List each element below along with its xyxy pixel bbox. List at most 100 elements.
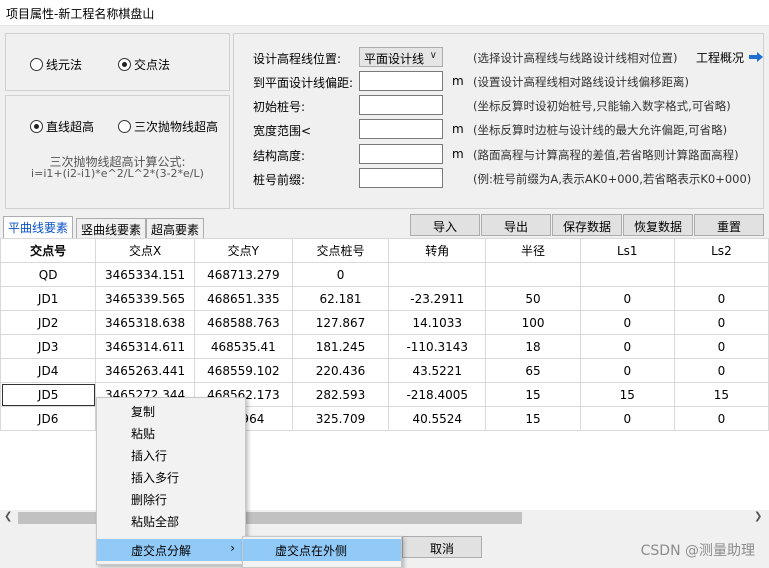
prefix-input[interactable] (359, 168, 443, 188)
table-cell[interactable]: 0 (673, 358, 769, 383)
import-button[interactable]: 导入 (410, 214, 480, 236)
header-ls1[interactable]: Ls1 (579, 238, 675, 263)
table-cell[interactable]: JD2 (0, 310, 97, 335)
menu-item-paste-all[interactable]: 粘贴全部 (97, 510, 245, 532)
table-cell[interactable]: 468559.102 (193, 358, 293, 383)
table-cell[interactable]: 127.867 (291, 310, 390, 335)
table-cell[interactable] (485, 262, 581, 287)
table-cell[interactable]: 0 (579, 358, 675, 383)
table-cell[interactable]: 468588.763 (193, 310, 293, 335)
table-cell[interactable]: 18 (485, 334, 581, 359)
prefix-label: 桩号前缀: (253, 173, 306, 187)
scrollbar-thumb[interactable] (18, 512, 522, 524)
struct-height-input[interactable] (359, 144, 443, 164)
menu-item-delete-row[interactable]: 删除行 (97, 488, 245, 510)
save-data-button[interactable]: 保存数据 (552, 214, 622, 236)
table-cell[interactable]: JD3 (0, 334, 97, 359)
table-cell[interactable]: 40.5524 (388, 406, 487, 431)
menu-item-insert-rows[interactable]: 插入多行 (97, 466, 245, 488)
table-row[interactable]: JD4 3465263.441 468559.102 220.436 43.5221 65… (0, 358, 769, 383)
header-jd[interactable]: 交点号 (0, 238, 97, 263)
table-row[interactable]: JD2 3465318.638 468588.763 127.867 14.1033 10… (0, 310, 769, 335)
table-cell[interactable]: JD6 (0, 406, 97, 431)
header-angle[interactable]: 转角 (388, 238, 487, 263)
table-row[interactable]: JD3 3465314.611 468535.41 181.245 -110.3143 1… (0, 334, 769, 359)
table-cell[interactable]: 15 (673, 382, 769, 407)
tab-superelevation[interactable]: 超高要素 (146, 218, 205, 238)
table-cell[interactable]: 15 (485, 382, 581, 407)
table-cell[interactable] (579, 262, 675, 287)
table-cell[interactable]: QD (0, 262, 97, 287)
table-cell[interactable]: 3465339.565 (95, 286, 195, 311)
superelevation-group: 直线超高 三次抛物线超高 三次抛物线超高计算公式: i=i1+(i2-i1)*e… (5, 95, 230, 209)
overview-link[interactable]: 工程概况 (696, 49, 764, 66)
table-cell[interactable]: 50 (485, 286, 581, 311)
table-cell[interactable]: 325.709 (291, 406, 390, 431)
menu-item-copy[interactable]: 复制 (97, 400, 245, 422)
table-cell[interactable]: 3465318.638 (95, 310, 195, 335)
table-cell[interactable]: 468535.41 (193, 334, 293, 359)
table-cell[interactable]: 43.5221 (388, 358, 487, 383)
table-cell[interactable]: 14.1033 (388, 310, 487, 335)
table-cell[interactable] (673, 262, 769, 287)
radio-linear-superelevation[interactable]: 直线超高 (30, 118, 94, 135)
table-cell[interactable]: -110.3143 (388, 334, 487, 359)
export-button[interactable]: 导出 (481, 214, 551, 236)
elev-pos-select[interactable]: 平面设计线 ∨ (359, 47, 443, 67)
scroll-left-icon[interactable]: ❮ (4, 511, 12, 522)
scroll-right-icon[interactable]: ❯ (754, 511, 762, 522)
table-cell[interactable]: 0 (673, 406, 769, 431)
header-radius[interactable]: 半径 (485, 238, 581, 263)
table-row[interactable]: JD1 3465339.565 468651.335 62.181 -23.2911 50… (0, 286, 769, 311)
table-cell[interactable]: -23.2911 (388, 286, 487, 311)
table-cell[interactable]: 0 (579, 286, 675, 311)
cancel-button[interactable]: 取消 (402, 536, 482, 558)
reset-button[interactable]: 重置 (694, 214, 764, 236)
window-titlebar: 项目属性-新工程名称棋盘山 (0, 0, 769, 26)
table-cell[interactable]: 0 (579, 310, 675, 335)
tab-horizontal-curve[interactable]: 平曲线要素 (3, 216, 74, 238)
table-cell[interactable]: 0 (673, 334, 769, 359)
table-cell[interactable]: 0 (579, 334, 675, 359)
table-cell[interactable]: 15 (579, 382, 675, 407)
table-cell[interactable]: 65 (485, 358, 581, 383)
table-cell[interactable]: 0 (673, 310, 769, 335)
header-ls2[interactable]: Ls2 (673, 238, 769, 263)
table-cell[interactable]: 62.181 (291, 286, 390, 311)
table-cell[interactable]: 3465263.441 (95, 358, 195, 383)
table-cell[interactable]: JD5 (0, 382, 97, 407)
table-cell[interactable]: 0 (673, 286, 769, 311)
table-cell[interactable]: 468713.279 (193, 262, 293, 287)
table-cell[interactable]: 181.245 (291, 334, 390, 359)
header-y[interactable]: 交点Y (193, 238, 293, 263)
header-x[interactable]: 交点X (95, 238, 195, 263)
table-cell[interactable]: 3465334.151 (95, 262, 195, 287)
table-cell[interactable]: 100 (485, 310, 581, 335)
table-cell[interactable]: 0 (579, 406, 675, 431)
table-cell[interactable]: 15 (485, 406, 581, 431)
table-cell[interactable]: -218.4005 (388, 382, 487, 407)
table-cell[interactable] (388, 262, 487, 287)
width-input[interactable] (359, 119, 443, 139)
restore-data-button[interactable]: 恢复数据 (623, 214, 693, 236)
table-cell[interactable]: 220.436 (291, 358, 390, 383)
radio-cubic-superelevation[interactable]: 三次抛物线超高 (118, 118, 218, 135)
table-cell[interactable]: 468651.335 (193, 286, 293, 311)
start-station-input[interactable] (359, 95, 443, 115)
table-cell[interactable]: 3465314.611 (95, 334, 195, 359)
submenu-item-outside[interactable]: 虚交点在外侧 (243, 539, 401, 561)
radio-intersection[interactable]: 交点法 (118, 56, 170, 73)
menu-item-insert-row[interactable]: 插入行 (97, 444, 245, 466)
table-cell[interactable]: JD1 (0, 286, 97, 311)
radio-line-element-icon (30, 58, 43, 71)
table-cell[interactable]: 282.593 (291, 382, 390, 407)
menu-item-paste[interactable]: 粘贴 (97, 422, 245, 444)
table-row[interactable]: QD 3465334.151 468713.279 0 (0, 262, 769, 287)
table-cell[interactable]: 0 (291, 262, 390, 287)
offset-input[interactable] (359, 71, 443, 91)
tab-vertical-curve[interactable]: 竖曲线要素 (76, 218, 147, 238)
menu-item-virtual-jd-split[interactable]: 虚交点分解 › (97, 539, 245, 561)
radio-line-element[interactable]: 线元法 (30, 56, 82, 73)
table-cell[interactable]: JD4 (0, 358, 97, 383)
header-station[interactable]: 交点桩号 (291, 238, 390, 263)
